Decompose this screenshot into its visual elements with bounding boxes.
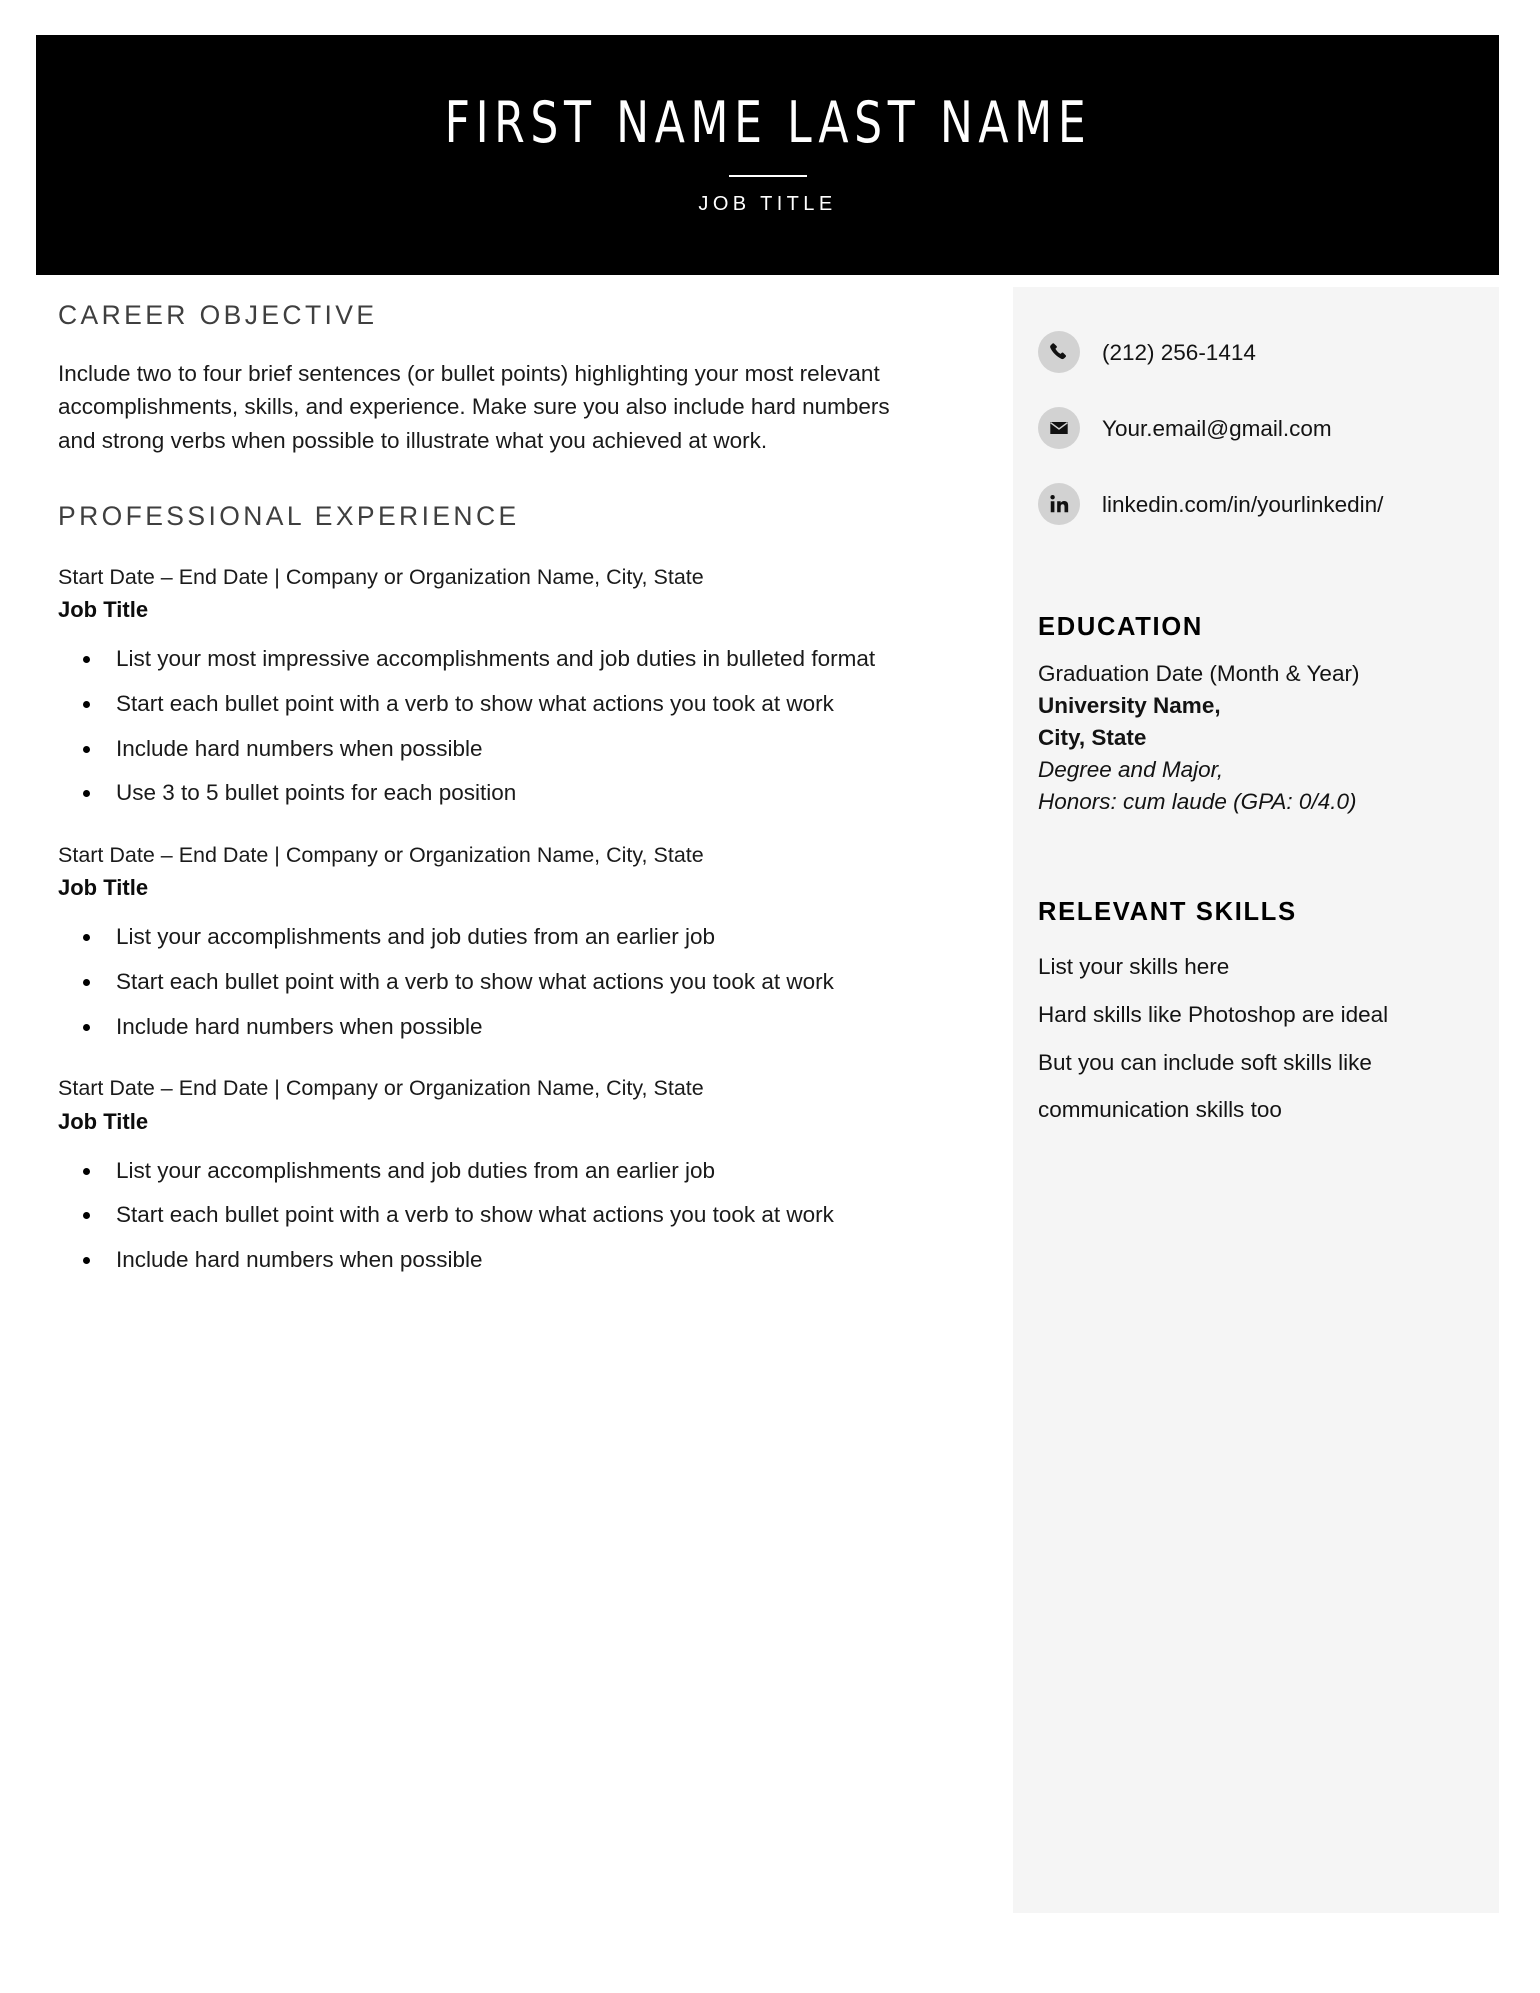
education-degree-major: Degree and Major, <box>1038 756 1224 782</box>
skill-item: Hard skills like Photoshop are ideal <box>1038 1001 1389 1027</box>
bullet-dot-icon <box>83 1023 90 1031</box>
list-item-text: Include hard numbers when possible <box>116 1013 483 1039</box>
main-column: CAREER OBJECTIVE Include two to four bri… <box>36 300 966 1277</box>
list-item-text: List your most impressive accomplishment… <box>116 646 876 672</box>
experience-job-title: Job Title <box>58 875 149 901</box>
bullet-dot-icon <box>83 745 90 753</box>
list-item: Start each bullet point with a verb to s… <box>58 688 878 721</box>
education-city-state: City, State <box>1038 724 1147 750</box>
list-item-text: Start each bullet point with a verb to s… <box>116 969 834 995</box>
linkedin-icon <box>1038 483 1080 525</box>
list-item: List your accomplishments and job duties… <box>58 921 878 954</box>
experience-meta: Start Date – End Date | Company or Organ… <box>58 1076 704 1101</box>
bullet-dot-icon <box>83 1212 90 1220</box>
list-item-text: Start each bullet point with a verb to s… <box>116 691 834 717</box>
experience-job-title: Job Title <box>58 597 149 623</box>
bullet-dot-icon <box>83 701 90 709</box>
bullet-dot-icon <box>83 790 90 798</box>
header-job-title: JOB TITLE <box>698 193 837 216</box>
phone-number: (212) 256-1414 <box>1102 339 1256 365</box>
email-address: Your.email@gmail.com <box>1102 415 1332 441</box>
list-item: Include hard numbers when possible <box>58 733 878 766</box>
list-item: List your accomplishments and job duties… <box>58 1155 878 1188</box>
list-item-text: List your accomplishments and job duties… <box>116 1157 716 1183</box>
career-objective-section: CAREER OBJECTIVE Include two to four bri… <box>58 300 926 457</box>
header-divider <box>728 175 807 178</box>
contact-row-linkedin[interactable]: linkedin.com/in/yourlinkedin/ <box>1038 483 1487 525</box>
bullet-dot-icon <box>83 656 90 664</box>
professional-experience-heading: PROFESSIONAL EXPERIENCE <box>58 500 520 531</box>
list-item: Start each bullet point with a verb to s… <box>58 966 878 999</box>
linkedin-url: linkedin.com/in/yourlinkedin/ <box>1102 491 1384 517</box>
relevant-skills-heading: RELEVANT SKILLS <box>1038 897 1297 926</box>
list-item: Include hard numbers when possible <box>58 1011 878 1044</box>
resume-page: FIRST NAME LAST NAME JOB TITLE CAREER OB… <box>0 0 1540 1993</box>
list-item: Include hard numbers when possible <box>58 1244 878 1277</box>
experience-bullet-list: List your accomplishments and job duties… <box>58 921 926 1043</box>
experience-entry: Start Date – End Date | Company or Organ… <box>58 840 926 1043</box>
skill-item: But you can include soft skills like com… <box>1038 1049 1372 1123</box>
experience-entry: Start Date – End Date | Company or Organ… <box>58 1073 926 1276</box>
bullet-dot-icon <box>83 1167 90 1175</box>
experience-bullet-list: List your most impressive accomplishment… <box>58 643 926 810</box>
education-section: EDUCATION Graduation Date (Month & Year)… <box>1038 613 1487 818</box>
contact-list: (212) 256-1414 Your.email@gmail.com link… <box>1038 331 1487 525</box>
experience-bullet-list: List your accomplishments and job duties… <box>58 1155 926 1277</box>
list-item: List your most impressive accomplishment… <box>58 643 878 676</box>
list-item: Start each bullet point with a verb to s… <box>58 1199 878 1232</box>
relevant-skills-section: RELEVANT SKILLS List your skills here Ha… <box>1038 898 1487 1135</box>
sidebar: (212) 256-1414 Your.email@gmail.com link… <box>1013 287 1499 1913</box>
skill-item: List your skills here <box>1038 953 1230 979</box>
experience-meta: Start Date – End Date | Company or Organ… <box>58 564 704 589</box>
education-graduation-date: Graduation Date (Month & Year) <box>1038 661 1360 686</box>
phone-icon <box>1038 331 1080 373</box>
education-heading: EDUCATION <box>1038 613 1203 641</box>
bullet-dot-icon <box>83 934 90 942</box>
professional-experience-section: PROFESSIONAL EXPERIENCE Start Date – End… <box>58 501 926 1277</box>
contact-row-email[interactable]: Your.email@gmail.com <box>1038 407 1487 449</box>
list-item-text: Use 3 to 5 bullet points for each positi… <box>116 780 517 806</box>
career-objective-text: Include two to four brief sentences (or … <box>58 361 890 453</box>
contact-row-phone[interactable]: (212) 256-1414 <box>1038 331 1487 373</box>
bullet-dot-icon <box>83 979 90 987</box>
bullet-dot-icon <box>83 1257 90 1265</box>
education-honors-gpa: Honors: cum laude (GPA: 0/4.0) <box>1038 788 1357 814</box>
career-objective-heading: CAREER OBJECTIVE <box>58 300 378 330</box>
experience-entry: Start Date – End Date | Company or Organ… <box>58 562 926 810</box>
resume-header: FIRST NAME LAST NAME JOB TITLE <box>36 35 1499 275</box>
experience-meta: Start Date – End Date | Company or Organ… <box>58 842 704 867</box>
experience-job-title: Job Title <box>58 1108 149 1134</box>
list-item-text: Include hard numbers when possible <box>116 1247 483 1273</box>
list-item-text: Start each bullet point with a verb to s… <box>116 1202 834 1228</box>
list-item: Use 3 to 5 bullet points for each positi… <box>58 777 878 810</box>
education-university-name: University Name, <box>1038 692 1221 718</box>
list-item-text: Include hard numbers when possible <box>116 735 483 761</box>
email-icon <box>1038 407 1080 449</box>
list-item-text: List your accomplishments and job duties… <box>116 924 716 950</box>
page-title: FIRST NAME LAST NAME <box>444 89 1091 156</box>
